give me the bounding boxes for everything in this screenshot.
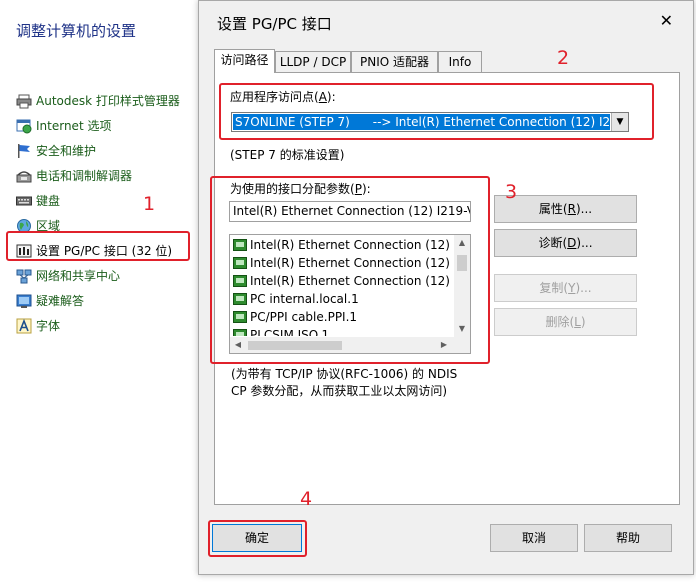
region-globe-icon [17, 218, 31, 233]
copy-button[interactable]: 复制(Y)... [494, 274, 637, 302]
cp-item-autodesk-plot-styles[interactable]: Autodesk 打印样式管理器 [16, 88, 206, 113]
network-adapter-icon [233, 311, 247, 323]
horizontal-scrollbar[interactable]: ◀ ▶ [230, 337, 454, 353]
annotation-number-2: 2 [557, 47, 570, 69]
internet-options-icon [16, 119, 32, 133]
network-adapter-icon [233, 239, 247, 251]
interface-list-item[interactable]: Intel(R) Ethernet Connection (12) I2 [233, 272, 453, 290]
cp-item-network-sharing[interactable]: 网络和共享中心 [16, 263, 206, 288]
cp-item-fonts[interactable]: 字体 [16, 313, 206, 338]
control-panel-list: Autodesk 打印样式管理器 Internet 选项 安全和维护 电话和调制… [16, 88, 206, 338]
scrollbar-corner [454, 337, 470, 353]
diagnostics-button[interactable]: 诊断(D)... [494, 229, 637, 257]
network-adapter-icon [233, 293, 247, 305]
cp-item-label: 安全和维护 [36, 144, 97, 158]
close-icon[interactable]: ✕ [660, 11, 673, 30]
access-point-selected-value: S7ONLINE (STEP 7) --> Intel(R) Ethernet … [233, 114, 610, 130]
network-center-icon [16, 269, 32, 283]
cp-item-label: 键盘 [36, 194, 61, 208]
annotation-number-4: 4 [300, 488, 313, 510]
cp-item-phone-modem[interactable]: 电话和调制解调器 [16, 163, 206, 188]
keyboard-icon [16, 196, 32, 205]
access-point-dropdown[interactable]: S7ONLINE (STEP 7) --> Intel(R) Ethernet … [231, 112, 629, 132]
tab-lldp-dcp[interactable]: LLDP / DCP [275, 51, 351, 72]
help-button[interactable]: 帮助 [584, 524, 672, 552]
access-point-label: 应用程序访问点(A): [230, 90, 336, 104]
scroll-left-icon[interactable]: ◀ [230, 337, 246, 353]
interface-label: 为使用的接口分配参数(P): [230, 182, 371, 196]
interface-list-item[interactable]: Intel(R) Ethernet Connection (12) I2 [233, 236, 453, 254]
cp-item-label: 区域 [36, 219, 61, 233]
annotation-number-3: 3 [505, 181, 518, 203]
tab-pnio-adapter[interactable]: PNIO 适配器 [351, 51, 438, 72]
cp-item-keyboard[interactable]: 键盘 [16, 188, 206, 213]
horizontal-scroll-thumb[interactable] [248, 341, 342, 350]
cp-item-label: Internet 选项 [36, 119, 112, 133]
interface-note: (为带有 TCP/IP 协议(RFC-1006) 的 NDIS CP 参数分配，… [231, 367, 458, 398]
interface-list-item[interactable]: PC/PPI cable.PPI.1 [233, 308, 453, 326]
scroll-down-icon[interactable]: ▼ [454, 321, 470, 337]
cp-item-label: 电话和调制解调器 [36, 169, 133, 183]
control-panel-title: 调整计算机的设置 [16, 22, 137, 40]
tab-access-path[interactable]: 访问路径 [214, 49, 275, 73]
interface-list-item[interactable]: Intel(R) Ethernet Connection (12) I2 [233, 254, 453, 272]
cp-item-label: 疑难解答 [36, 294, 85, 308]
interface-list[interactable]: Intel(R) Ethernet Connection (12) I2 Int… [229, 234, 471, 354]
network-adapter-icon [233, 257, 247, 269]
printer-icon [16, 94, 32, 108]
flag-icon [18, 143, 30, 158]
delete-button[interactable]: 删除(L) [494, 308, 637, 336]
cp-item-region[interactable]: 区域 [16, 213, 206, 238]
pgpc-interface-icon [16, 244, 32, 257]
troubleshooting-icon [16, 294, 32, 308]
vertical-scrollbar[interactable]: ▲ ▼ [454, 235, 470, 337]
tab-info[interactable]: Info [438, 51, 482, 72]
scroll-up-icon[interactable]: ▲ [454, 235, 470, 251]
cp-item-troubleshooting[interactable]: 疑难解答 [16, 288, 206, 313]
cp-item-set-pgpc-interface[interactable]: 设置 PG/PC 接口 (32 位) [16, 238, 206, 263]
ok-button[interactable]: 确定 [212, 524, 302, 552]
cp-item-label: 网络和共享中心 [36, 269, 121, 283]
access-point-hint: (STEP 7 的标准设置) [230, 148, 345, 162]
cp-item-label: Autodesk 打印样式管理器 [36, 94, 180, 108]
chevron-down-icon[interactable]: ▼ [611, 113, 628, 131]
cp-item-security-maintenance[interactable]: 安全和维护 [16, 138, 206, 163]
cp-item-label: 设置 PG/PC 接口 (32 位) [36, 244, 173, 258]
interface-current-field[interactable]: Intel(R) Ethernet Connection (12) I219-V… [229, 201, 471, 222]
cp-item-internet-options[interactable]: Internet 选项 [16, 113, 206, 138]
interface-list-item[interactable]: PLCSIM.ISO.1 [233, 326, 453, 336]
network-adapter-icon [233, 329, 247, 336]
fonts-icon [16, 318, 32, 333]
cancel-button[interactable]: 取消 [490, 524, 578, 552]
phone-modem-icon [16, 170, 32, 182]
network-adapter-icon [233, 275, 247, 287]
scroll-right-icon[interactable]: ▶ [436, 337, 452, 353]
cp-item-label: 字体 [36, 319, 61, 333]
dialog-title: 设置 PG/PC 接口 [217, 15, 332, 33]
annotation-number-1: 1 [143, 193, 156, 215]
interface-list-item[interactable]: PC internal.local.1 [233, 290, 453, 308]
vertical-scroll-thumb[interactable] [457, 255, 467, 271]
